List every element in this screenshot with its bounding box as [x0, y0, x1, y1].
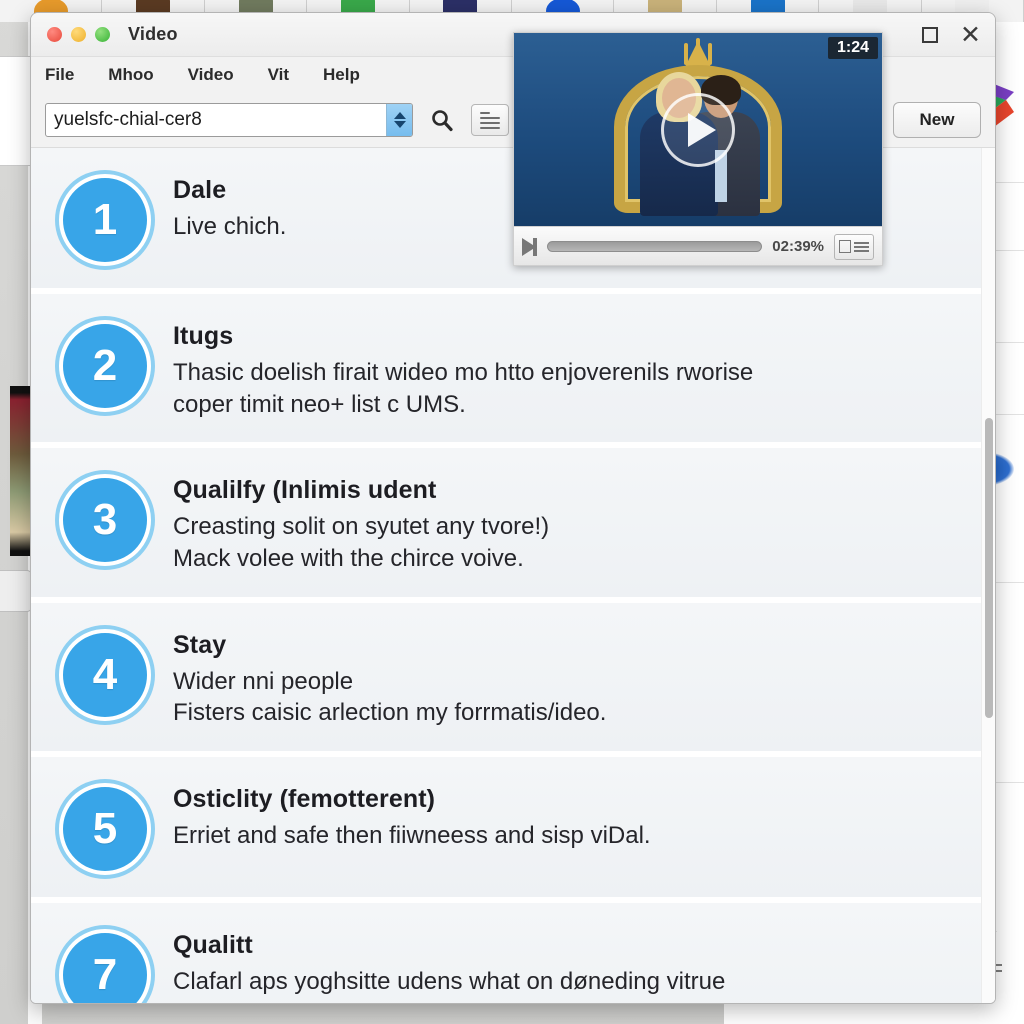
list-item[interactable]: 4 Stay Wider nni people Fisters caisic a… — [31, 602, 981, 758]
window-controls[interactable]: ✕ — [922, 22, 981, 47]
list-item-line: Creasting solit on syutet any tvore!) — [173, 513, 550, 541]
search-icon[interactable] — [425, 103, 459, 137]
list-item[interactable]: 2 Itugs Thasic doelish firait wideo mo h… — [31, 294, 981, 449]
desktop-background: TTtt t tic ☆ Video ✕ File Mhoo — [0, 0, 1024, 1024]
video-stage[interactable]: 1:24 — [514, 33, 882, 226]
list-item-title: Qualitt — [173, 931, 253, 960]
background-left-button — [0, 570, 32, 612]
list-scroll-area: 1 Dale Live chich. 2 Itugs Thasic doelis… — [31, 148, 981, 1003]
play-icon[interactable] — [522, 237, 537, 256]
list-item-line: Apremions this betea way. — [173, 998, 963, 1003]
list-item-number-badge: 5 — [59, 783, 151, 876]
search-field-wrapper[interactable] — [45, 103, 413, 137]
list-item[interactable]: 5 Osticlity (femotterent) Erriet and saf… — [31, 757, 981, 904]
play-circle-icon[interactable] — [661, 92, 735, 167]
video-progress-slider[interactable] — [547, 241, 763, 252]
list-item[interactable]: 3 Qualilfy (Inlimis udent Creasting soli… — [31, 448, 981, 603]
list-item-line: Wider nni people — [173, 667, 354, 695]
list-item-line: Fisters caisic arlection my forrmatis/id… — [173, 699, 607, 727]
video-player[interactable]: 1:24 02:39% — [513, 32, 883, 266]
list-item[interactable]: 7 Qualitt Clafarl aps yoghsitte udens wh… — [31, 903, 981, 1003]
list-item-line: Clafarl aps yoghsitte udens what on døne… — [173, 968, 726, 996]
minimize-dot-icon[interactable] — [71, 27, 86, 42]
list-item-number-badge: 3 — [59, 474, 151, 567]
video-time-label: 02:39% — [772, 238, 824, 255]
list-scrollbar[interactable] — [981, 148, 995, 1003]
window-traffic-lights[interactable] — [47, 27, 110, 42]
list-item-text: Stay Wider nni people Fisters caisic arl… — [173, 625, 963, 729]
video-controls: 02:39% — [514, 226, 882, 265]
list-item-text: Itugs Thasic doelish firait wideo mo htt… — [173, 316, 963, 420]
list-item-line: Thasic doelish firait wideo mo htto enjo… — [173, 359, 754, 386]
search-input[interactable] — [46, 104, 386, 136]
list-item-number-badge: 4 — [59, 628, 151, 721]
close-dot-icon[interactable] — [47, 27, 62, 42]
list-item-number-badge: 1 — [59, 174, 151, 266]
list-item-line: Mack volee with the chirce voive. — [173, 545, 524, 573]
maximize-icon[interactable] — [922, 26, 939, 43]
menu-item-vit[interactable]: Vit — [268, 65, 289, 85]
list-item-title: Qualilfy (Inlimis udent — [173, 476, 437, 505]
stepper-updown-icon[interactable] — [386, 104, 412, 136]
playlist-menu-icon[interactable] — [834, 233, 874, 260]
list-item-title: Stay — [173, 630, 227, 659]
list-scrollbar-thumb[interactable] — [985, 418, 993, 718]
list-item-line: Erriet and safe then fiiwneess and sisp … — [173, 822, 651, 850]
list-item-text: Osticlity (femotterent) Erriet and safe … — [173, 779, 963, 852]
window-title: Video — [128, 24, 178, 44]
list-item-line: coper timit neo+ list c UMS. — [173, 390, 466, 418]
list-item-title: Itugs — [173, 322, 234, 350]
list-item-title: Osticlity (femotterent) — [173, 785, 436, 814]
menu-item-help[interactable]: Help — [323, 65, 360, 85]
close-icon[interactable]: ✕ — [960, 22, 981, 47]
new-button[interactable]: New — [893, 102, 981, 138]
list-item-number-badge: 7 — [59, 929, 151, 1003]
list-item-number-badge: 2 — [59, 320, 151, 412]
menu-item-mhoo[interactable]: Mhoo — [108, 65, 153, 85]
menu-item-file[interactable]: File — [45, 65, 74, 85]
zoom-dot-icon[interactable] — [95, 27, 110, 42]
video-list: 1 Dale Live chich. 2 Itugs Thasic doelis… — [31, 147, 995, 1003]
list-item-text: Qualitt Clafarl aps yoghsitte udens what… — [173, 925, 963, 1003]
menu-item-video[interactable]: Video — [188, 65, 234, 85]
list-view-icon[interactable] — [471, 104, 509, 136]
video-duration-badge: 1:24 — [827, 37, 878, 59]
list-item-text: Qualilfy (Inlimis udent Creasting solit … — [173, 470, 963, 574]
